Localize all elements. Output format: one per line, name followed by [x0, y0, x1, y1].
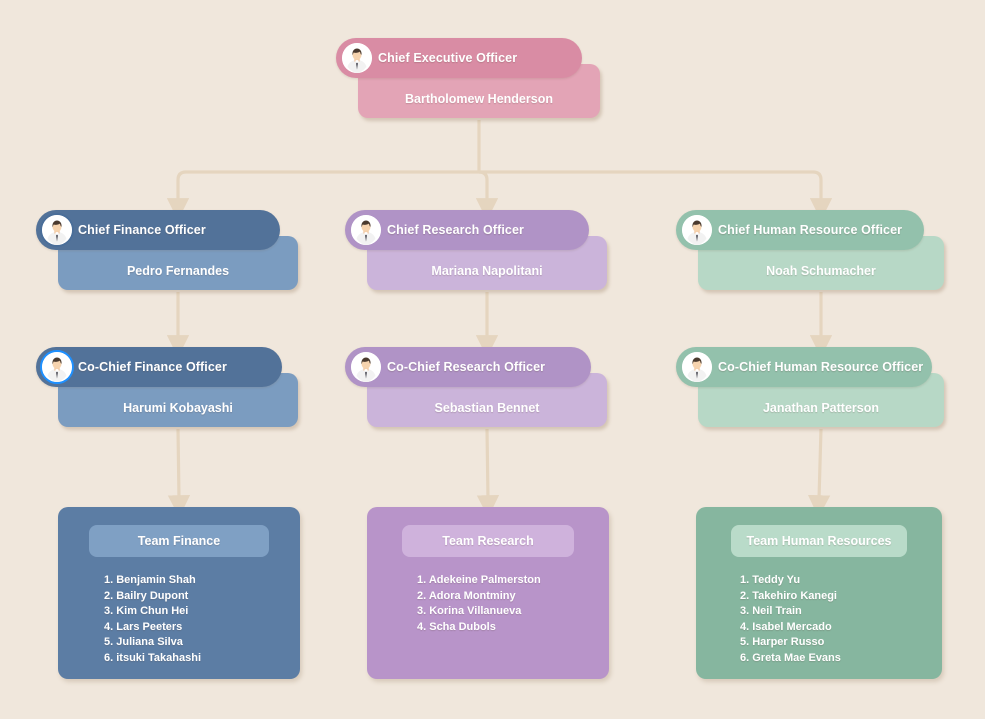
ceo-person-name: Bartholomew Henderson [405, 92, 553, 106]
team-hr-panel[interactable]: Team Human Resources 1. Teddy Yu 2. Takehi… [696, 507, 942, 679]
co-chro-node[interactable]: Janathan Patterson Co-Chief Human Resourc… [676, 347, 944, 429]
co-cro-node[interactable]: Sebastian Bennet Co-Chief Research Office… [345, 347, 607, 429]
person-avatar-icon [40, 350, 74, 384]
team-research-header[interactable]: Team Research [402, 525, 574, 557]
co-chro-title-label: Co-Chief Human Resource Officer [718, 360, 924, 374]
team-member: 6. Greta Mae Evans [740, 651, 841, 664]
ceo-node[interactable]: Bartholomew Henderson Chief Executive Off… [336, 38, 600, 120]
team-member: 3. Neil Train [740, 605, 802, 617]
cfo-title-label: Chief Finance Officer [78, 223, 206, 237]
connector-arrow [807, 428, 831, 518]
team-member: 2. Adora Montminy [417, 589, 516, 602]
team-hr-member-list: 1. Teddy Yu 2. Takehiro Kanegi 3. Neil Tra… [696, 573, 942, 666]
cro-node[interactable]: Mariana Napolitani Chief Research Officer [345, 210, 607, 292]
chro-person-name: Noah Schumacher [766, 264, 876, 278]
person-avatar-icon [680, 350, 714, 384]
org-chart: Bartholomew Henderson Chief Executive Off… [0, 0, 985, 719]
cro-person-name: Mariana Napolitani [431, 264, 543, 278]
team-member: 1. Benjamin Shah [104, 574, 196, 586]
team-member: 4. Isabel Mercado [740, 620, 832, 633]
chro-node[interactable]: Noah Schumacher Chief Human Resource Offi… [676, 210, 944, 292]
co-cro-person-name: Sebastian Bennet [434, 401, 540, 415]
team-research-label: Team Research [442, 534, 534, 548]
team-member: 1. Adekeine Palmerston [417, 574, 541, 586]
ceo-title-label: Chief Executive Officer [378, 51, 518, 65]
team-member: 3. Korina Villanueva [417, 605, 522, 617]
team-hr-header[interactable]: Team Human Resources [731, 525, 907, 557]
team-member: 6. itsuki Takahashi [104, 651, 202, 664]
team-member: 3. Kim Chun Hei [104, 605, 189, 617]
team-finance-label: Team Finance [137, 534, 221, 548]
cfo-person-name: Pedro Fernandes [126, 264, 230, 278]
person-avatar-icon [340, 41, 374, 75]
team-member: 2. Bailry Dupont [104, 589, 189, 602]
person-avatar-icon [680, 213, 714, 247]
team-research-member-list: 1. Adekeine Palmerston 2. Adora Montminy 3… [367, 573, 609, 635]
team-finance-member-list: 1. Benjamin Shah 2. Bailry Dupont 3. Kim C… [58, 573, 300, 666]
cfo-node[interactable]: Pedro Fernandes Chief Finance Officer [36, 210, 298, 292]
team-hr-label: Team Human Resources [746, 534, 892, 548]
team-member: 4. Scha Dubols [417, 620, 496, 633]
connector-arrow [479, 170, 833, 221]
team-finance-header[interactable]: Team Finance [89, 525, 269, 557]
connector-arrow [166, 170, 479, 221]
co-chro-title-bar[interactable]: Co-Chief Human Resource Officer [676, 347, 932, 387]
team-member: 5. Harper Russo [740, 636, 825, 648]
person-avatar-icon [349, 350, 383, 384]
team-member: 4. Lars Peeters [104, 620, 183, 633]
co-cfo-person-name: Harumi Kobayashi [123, 401, 233, 415]
person-avatar-icon [40, 213, 74, 247]
team-research-panel[interactable]: Team Research 1. Adekeine Palmerston 2. Ad… [367, 507, 609, 679]
team-finance-panel[interactable]: Team Finance 1. Benjamin Shah 2. Bailry Du… [58, 507, 300, 679]
person-avatar-icon [349, 213, 383, 247]
team-member: 1. Teddy Yu [740, 574, 801, 586]
chro-title-label: Chief Human Resource Officer [718, 223, 903, 237]
cro-title-label: Chief Research Officer [387, 223, 524, 237]
co-cfo-title-label: Co-Chief Finance Officer [78, 360, 227, 374]
co-chro-person-name: Janathan Patterson [762, 401, 879, 415]
connector-arrow [475, 170, 499, 221]
team-member: 2. Takehiro Kanegi [740, 589, 837, 602]
connector-arrow [476, 428, 500, 518]
connector-arrow [167, 428, 191, 518]
co-cfo-node[interactable]: Harumi Kobayashi Co-Chief Finance Officer [36, 347, 298, 429]
co-cro-title-label: Co-Chief Research Officer [387, 360, 546, 374]
team-member: 5. Juliana Silva [104, 636, 183, 648]
